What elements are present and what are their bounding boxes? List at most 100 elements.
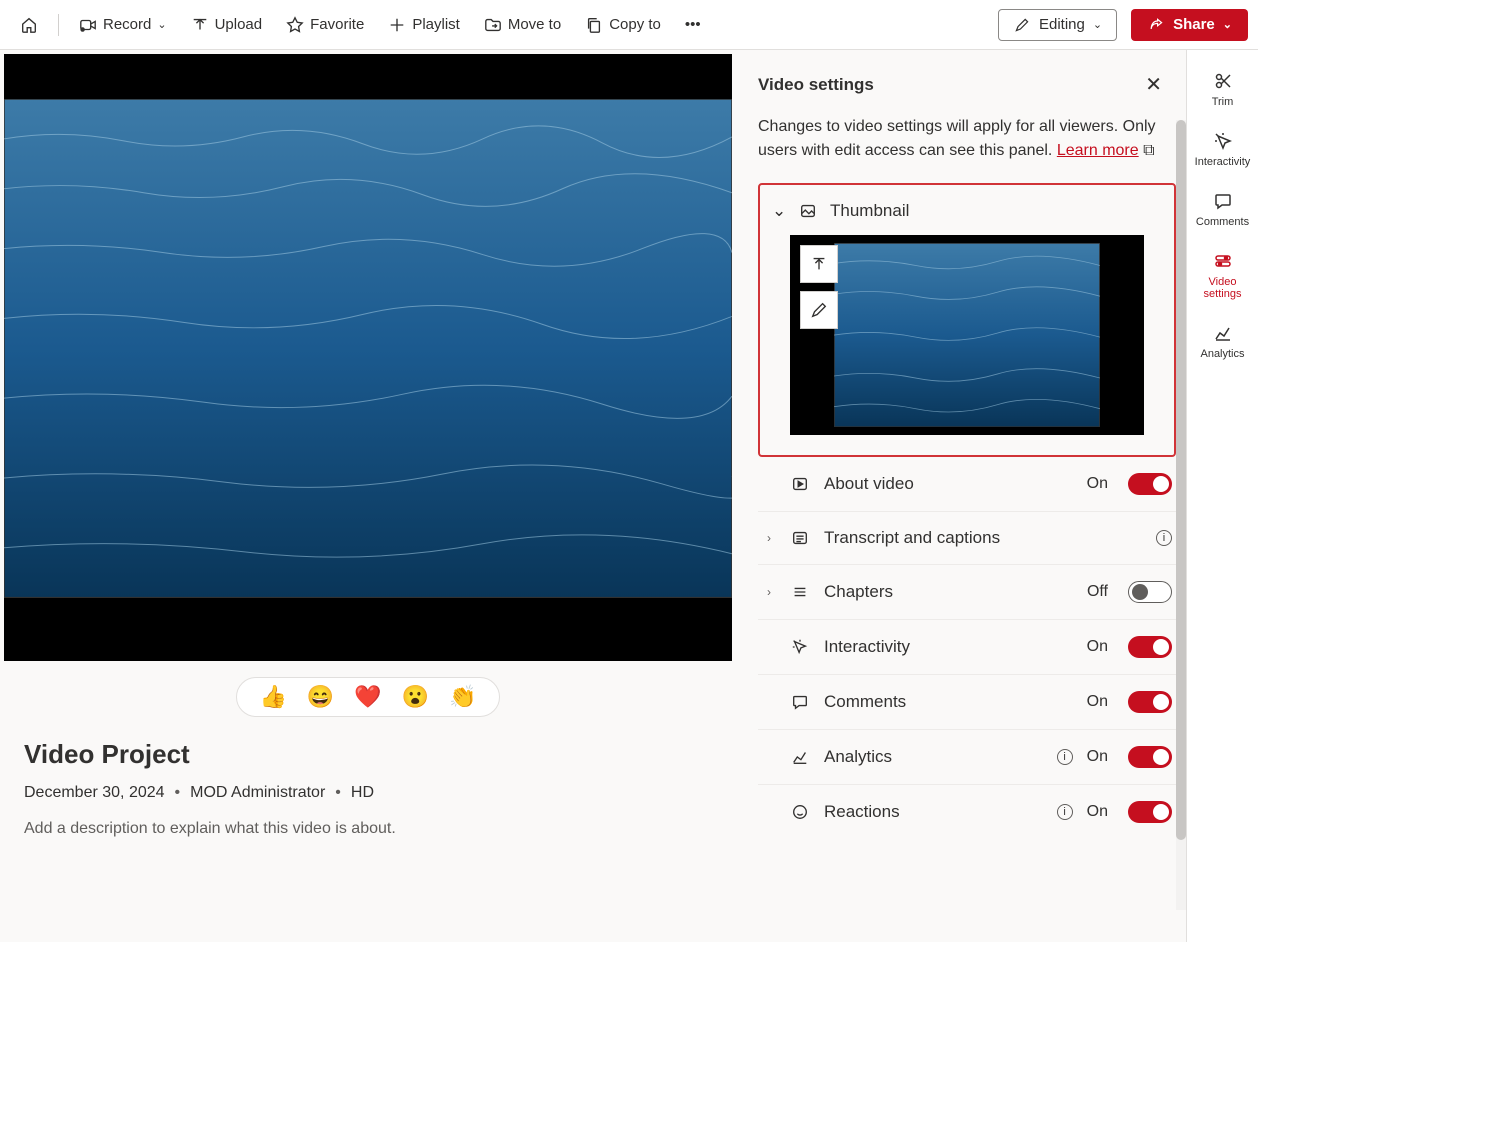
playlist-button[interactable]: Playlist	[378, 10, 470, 40]
reactions-bar: 👍 😄 ❤️ 😮 👏	[236, 677, 499, 717]
pencil-icon	[1013, 16, 1031, 34]
interactivity-state: On	[1087, 638, 1108, 656]
separator	[58, 14, 59, 36]
transcript-label: Transcript and captions	[824, 528, 1138, 548]
home-icon	[20, 16, 38, 34]
meta-dot: •	[335, 784, 341, 802]
interactivity-icon	[790, 637, 810, 657]
share-icon	[1147, 16, 1165, 34]
rail-analytics[interactable]: Analytics	[1191, 314, 1255, 368]
chevron-right-icon: ›	[762, 585, 776, 599]
favorite-label: Favorite	[310, 16, 364, 33]
info-icon[interactable]: i	[1156, 530, 1172, 546]
reaction-laugh[interactable]: 😄	[307, 684, 334, 710]
scissors-icon	[1212, 70, 1234, 92]
cursor-click-icon	[1212, 130, 1234, 152]
reaction-heart[interactable]: ❤️	[354, 684, 381, 710]
analytics-state: On	[1087, 748, 1108, 766]
video-player[interactable]	[4, 54, 732, 661]
comments-toggle[interactable]	[1128, 691, 1172, 713]
copyto-button[interactable]: Copy to	[575, 10, 671, 40]
editing-label: Editing	[1039, 16, 1085, 33]
interactivity-toggle[interactable]	[1128, 636, 1172, 658]
play-box-icon	[790, 474, 810, 494]
about-toggle[interactable]	[1128, 473, 1172, 495]
rail-trim[interactable]: Trim	[1191, 62, 1255, 116]
reaction-wow[interactable]: 😮	[402, 684, 429, 710]
main-area: 👍 😄 ❤️ 😮 👏 Video Project December 30, 20…	[0, 50, 1258, 942]
upload-label: Upload	[215, 16, 263, 33]
copyto-label: Copy to	[609, 16, 661, 33]
record-button[interactable]: Record ⌄	[69, 10, 177, 40]
upload-button[interactable]: Upload	[181, 10, 273, 40]
reactions-row[interactable]: Reactions i On	[758, 785, 1176, 839]
toolbar: Record ⌄ Upload Favorite Playlist Move t…	[0, 0, 1258, 50]
image-icon	[798, 201, 818, 221]
chapters-icon	[790, 582, 810, 602]
video-author: MOD Administrator	[190, 784, 325, 802]
comments-state: On	[1087, 693, 1108, 711]
analytics-toggle[interactable]	[1128, 746, 1172, 768]
chapters-label: Chapters	[824, 582, 1073, 602]
info-icon[interactable]: i	[1057, 804, 1073, 820]
interactivity-row[interactable]: Interactivity On	[758, 620, 1176, 675]
edit-thumbnail-button[interactable]	[800, 291, 838, 329]
record-label: Record	[103, 16, 151, 33]
home-button[interactable]	[10, 10, 48, 40]
analytics-row[interactable]: Analytics i On	[758, 730, 1176, 785]
editing-button[interactable]: Editing ⌄	[998, 9, 1117, 41]
reactions-state: On	[1087, 803, 1108, 821]
comments-row[interactable]: Comments On	[758, 675, 1176, 730]
playlist-label: Playlist	[412, 16, 460, 33]
thumbnail-preview	[790, 235, 1144, 435]
info-icon[interactable]: i	[1057, 749, 1073, 765]
sliders-icon	[1212, 250, 1234, 272]
reactions-toggle[interactable]	[1128, 801, 1172, 823]
reaction-clap[interactable]: 👏	[449, 684, 476, 710]
more-button[interactable]: •••	[675, 10, 711, 39]
ellipsis-icon: •••	[685, 16, 701, 33]
settings-info: Changes to video settings will apply for…	[758, 115, 1176, 163]
chevron-down-icon: ⌄	[1223, 18, 1232, 31]
meta-dot: •	[175, 784, 181, 802]
rail-interactivity[interactable]: Interactivity	[1191, 122, 1255, 176]
close-icon[interactable]: ✕	[1137, 68, 1170, 101]
interactivity-label: Interactivity	[824, 637, 1073, 657]
video-quality: HD	[351, 784, 374, 802]
chapters-row[interactable]: › Chapters Off	[758, 565, 1176, 620]
plus-icon	[388, 16, 406, 34]
upload-thumbnail-button[interactable]	[800, 245, 838, 283]
smiley-icon	[790, 802, 810, 822]
folder-move-icon	[484, 16, 502, 34]
analytics-label: Analytics	[824, 747, 1039, 767]
chevron-down-icon[interactable]: ⌄	[772, 201, 786, 221]
settings-title: Video settings	[758, 75, 874, 95]
learn-more-link[interactable]: Learn more	[1057, 142, 1139, 159]
moveto-button[interactable]: Move to	[474, 10, 571, 40]
scrollbar[interactable]	[1176, 120, 1186, 910]
chevron-right-icon: ›	[762, 531, 776, 545]
video-description-placeholder[interactable]: Add a description to explain what this v…	[24, 820, 732, 838]
rail-video-settings[interactable]: Video settings	[1191, 242, 1255, 308]
transcript-row[interactable]: › Transcript and captions i	[758, 512, 1176, 565]
about-label: About video	[824, 474, 1073, 494]
about-video-row[interactable]: About video On	[758, 457, 1176, 512]
chart-icon	[1212, 322, 1234, 344]
reaction-thumbsup[interactable]: 👍	[259, 684, 286, 710]
right-rail: Trim Interactivity Comments Video settin…	[1186, 50, 1258, 942]
chevron-down-icon: ⌄	[1093, 18, 1102, 31]
rail-comments[interactable]: Comments	[1191, 182, 1255, 236]
share-button[interactable]: Share ⌄	[1131, 9, 1248, 41]
favorite-button[interactable]: Favorite	[276, 10, 374, 40]
about-state: On	[1087, 475, 1108, 493]
record-icon	[79, 16, 97, 34]
share-label: Share	[1173, 16, 1215, 33]
video-meta: December 30, 2024 • MOD Administrator • …	[24, 784, 732, 802]
comment-icon	[1212, 190, 1234, 212]
chapters-state: Off	[1087, 583, 1108, 601]
upload-icon	[191, 16, 209, 34]
video-settings-panel: Video settings ✕ Changes to video settin…	[740, 50, 1186, 942]
chapters-toggle[interactable]	[1128, 581, 1172, 603]
video-column: 👍 😄 ❤️ 😮 👏 Video Project December 30, 20…	[0, 50, 740, 942]
video-date: December 30, 2024	[24, 784, 165, 802]
